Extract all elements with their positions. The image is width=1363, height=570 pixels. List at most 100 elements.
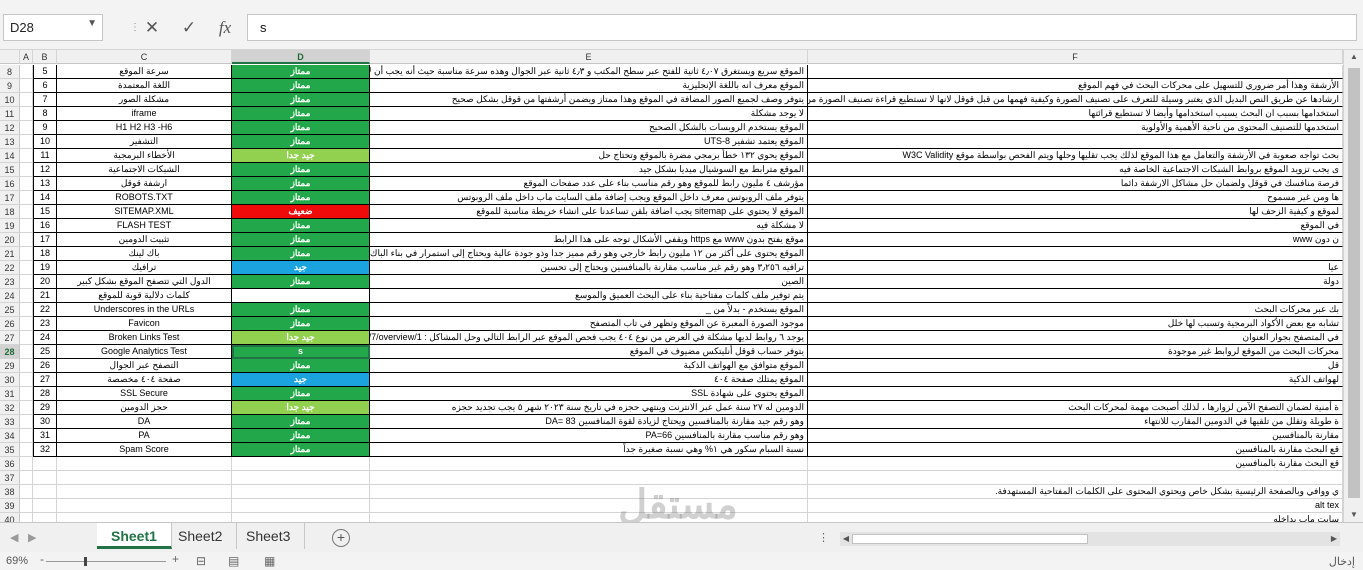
cell-criterion[interactable]: FLASH TEST	[57, 219, 232, 233]
cell-notes[interactable]: الموقع يحوي ١٣٢ خطأ برمجي مضرة بالموقع و…	[370, 149, 808, 163]
row-header[interactable]: 11	[0, 107, 20, 121]
cell-notes[interactable]: نسبة السبام سكور هي ١% وهي نسبة صغيرة جد…	[370, 443, 808, 457]
cell-a[interactable]	[20, 289, 33, 303]
cell-a[interactable]	[20, 429, 33, 443]
cell-a[interactable]	[20, 261, 33, 275]
cell-a[interactable]	[20, 163, 33, 177]
row-header[interactable]: 21	[0, 247, 20, 261]
cell-number[interactable]: 25	[33, 345, 57, 359]
row-header[interactable]: 38	[0, 485, 20, 499]
cell-number[interactable]: 14	[33, 191, 57, 205]
cell-number[interactable]: 29	[33, 401, 57, 415]
cell-criterion[interactable]: Google Analytics Test	[57, 345, 232, 359]
cell-criterion[interactable]: Spam Score	[57, 443, 232, 457]
cell-notes[interactable]: موجود الصورة المعبرة عن الموقع وتظهر في …	[370, 317, 808, 331]
row-header[interactable]: 30	[0, 373, 20, 387]
row-header[interactable]: 35	[0, 443, 20, 457]
cell-rating[interactable]: ممتاز	[232, 247, 370, 261]
row-header[interactable]: 15	[0, 163, 20, 177]
zoom-slider-knob[interactable]	[84, 557, 87, 566]
cell-notes[interactable]: يتوفر حساب قوقل أنليتكس مضيوف في الموقع	[370, 345, 808, 359]
cell-a[interactable]	[20, 401, 33, 415]
empty-cell[interactable]	[57, 471, 232, 485]
cell-explanation[interactable]: ن دون www	[808, 233, 1343, 247]
row-header[interactable]: 37	[0, 471, 20, 485]
tab-sheet3[interactable]: Sheet3	[232, 523, 306, 549]
empty-cell[interactable]	[370, 471, 808, 485]
cell-explanation[interactable]: لهواتف الذكية	[808, 373, 1343, 387]
cell-criterion[interactable]: PA	[57, 429, 232, 443]
cell-rating[interactable]: ممتاز	[232, 219, 370, 233]
empty-cell[interactable]	[33, 471, 57, 485]
chevron-down-icon[interactable]: ▼	[87, 18, 97, 29]
cell-explanation[interactable]: لموقع و كيفية الزحف لها	[808, 205, 1343, 219]
cell-notes[interactable]: يتوفر ملف الروبوتس معرف داخل الموقع ويجب…	[370, 191, 808, 205]
cell-a[interactable]	[20, 359, 33, 373]
cancel-icon[interactable]: ✕	[137, 14, 167, 41]
cell-number[interactable]: 6	[33, 79, 57, 93]
scroll-right-icon[interactable]: ▶	[1328, 532, 1340, 546]
cell-criterion[interactable]: تثبيت الدومين	[57, 233, 232, 247]
cell-criterion[interactable]: ترافيك	[57, 261, 232, 275]
cell-notes[interactable]: وهو رقم مناسب مقارنة بالمنافسين PA=66	[370, 429, 808, 443]
cell-rating[interactable]: ممتاز	[232, 121, 370, 135]
scroll-down-icon[interactable]: ▼	[1344, 508, 1363, 522]
cell-rating[interactable]: ممتاز	[232, 177, 370, 191]
next-sheet-icon[interactable]: ▶	[28, 531, 36, 544]
cell-explanation[interactable]: ى يجب تزويد الموقع بروابط الشبكات الاجتم…	[808, 163, 1343, 177]
cell-a[interactable]	[20, 443, 33, 457]
cell-a[interactable]	[20, 303, 33, 317]
cell-criterion[interactable]: Favicon	[57, 317, 232, 331]
empty-cell[interactable]	[232, 499, 370, 513]
cell-a[interactable]	[20, 275, 33, 289]
row-header[interactable]: 24	[0, 289, 20, 303]
prev-sheet-icon[interactable]: ◀	[10, 531, 18, 544]
empty-cell[interactable]	[20, 471, 33, 485]
cell-rating[interactable]: ممتاز	[232, 429, 370, 443]
cell-criterion[interactable]: ارشفة قوقل	[57, 177, 232, 191]
tab-sheet2[interactable]: Sheet2	[164, 523, 238, 549]
cell-a[interactable]	[20, 205, 33, 219]
cell-criterion[interactable]: مشكلة الصور	[57, 93, 232, 107]
row-header[interactable]: 20	[0, 233, 20, 247]
cell-number[interactable]: 10	[33, 135, 57, 149]
cell-explanation[interactable]: ة طويلة وتقلل من تلقيها في الدومين المقا…	[808, 415, 1343, 429]
cell-a[interactable]	[20, 177, 33, 191]
cell-explanation[interactable]: قع البحث مقارنة بالمنافسين	[808, 443, 1343, 457]
cell-number[interactable]: 19	[33, 261, 57, 275]
cell-explanation[interactable]: مقارنة بالمنافسين	[808, 429, 1343, 443]
select-all-corner[interactable]	[0, 50, 20, 64]
cell-explanation[interactable]: عيا	[808, 261, 1343, 275]
empty-cell[interactable]	[33, 499, 57, 513]
empty-cell[interactable]	[57, 485, 232, 499]
cell-notes[interactable]: يتم توفير ملف كلمات مفتاحية بناء على الب…	[370, 289, 808, 303]
cell-number[interactable]: 15	[33, 205, 57, 219]
row-header[interactable]: 9	[0, 79, 20, 93]
cell-explanation[interactable]	[808, 387, 1343, 401]
name-box[interactable]: D28 ▼	[3, 14, 103, 41]
row-header[interactable]: 29	[0, 359, 20, 373]
row-header[interactable]: 28	[0, 345, 20, 359]
cell-explanation[interactable]	[808, 65, 1343, 79]
cell-rating[interactable]: ممتاز	[232, 191, 370, 205]
cell-explanation[interactable]: alt tex	[808, 499, 1343, 513]
cell-notes[interactable]: الموقع لا يحتوي على sitemap يجب اضافة بل…	[370, 205, 808, 219]
zoom-slider[interactable]	[46, 557, 166, 566]
cell-rating[interactable]: ممتاز	[232, 65, 370, 79]
cell-notes[interactable]: الموقع يمتلك صفحة ٤٠٤	[370, 373, 808, 387]
cell-rating[interactable]: ممتاز	[232, 415, 370, 429]
empty-cell[interactable]	[232, 471, 370, 485]
cell-explanation[interactable]: ي ووافي وبالصفحة الرئيسية بشكل خاص ويحتو…	[808, 485, 1343, 499]
cell-explanation[interactable]	[808, 135, 1343, 149]
function-icon[interactable]: fx	[210, 14, 240, 41]
cell-notes[interactable]: الموقع معرف انه باللغة الإنجليزية	[370, 79, 808, 93]
cell-a[interactable]	[20, 317, 33, 331]
cell-a[interactable]	[20, 149, 33, 163]
cell-notes[interactable]: يوجد ٦ روابط لديها مشكلة في العرض من نوع…	[370, 331, 808, 345]
row-header[interactable]: 8	[0, 65, 20, 79]
cell-notes[interactable]: الدومين له ٢٧ سنة عمل عبر الانترنت وينته…	[370, 401, 808, 415]
cell-number[interactable]: 9	[33, 121, 57, 135]
cell-number[interactable]: 31	[33, 429, 57, 443]
row-header[interactable]: 39	[0, 499, 20, 513]
cell-explanation[interactable]: بحث تواجه صعوبة في الأرشفة والتعامل مع ه…	[808, 149, 1343, 163]
